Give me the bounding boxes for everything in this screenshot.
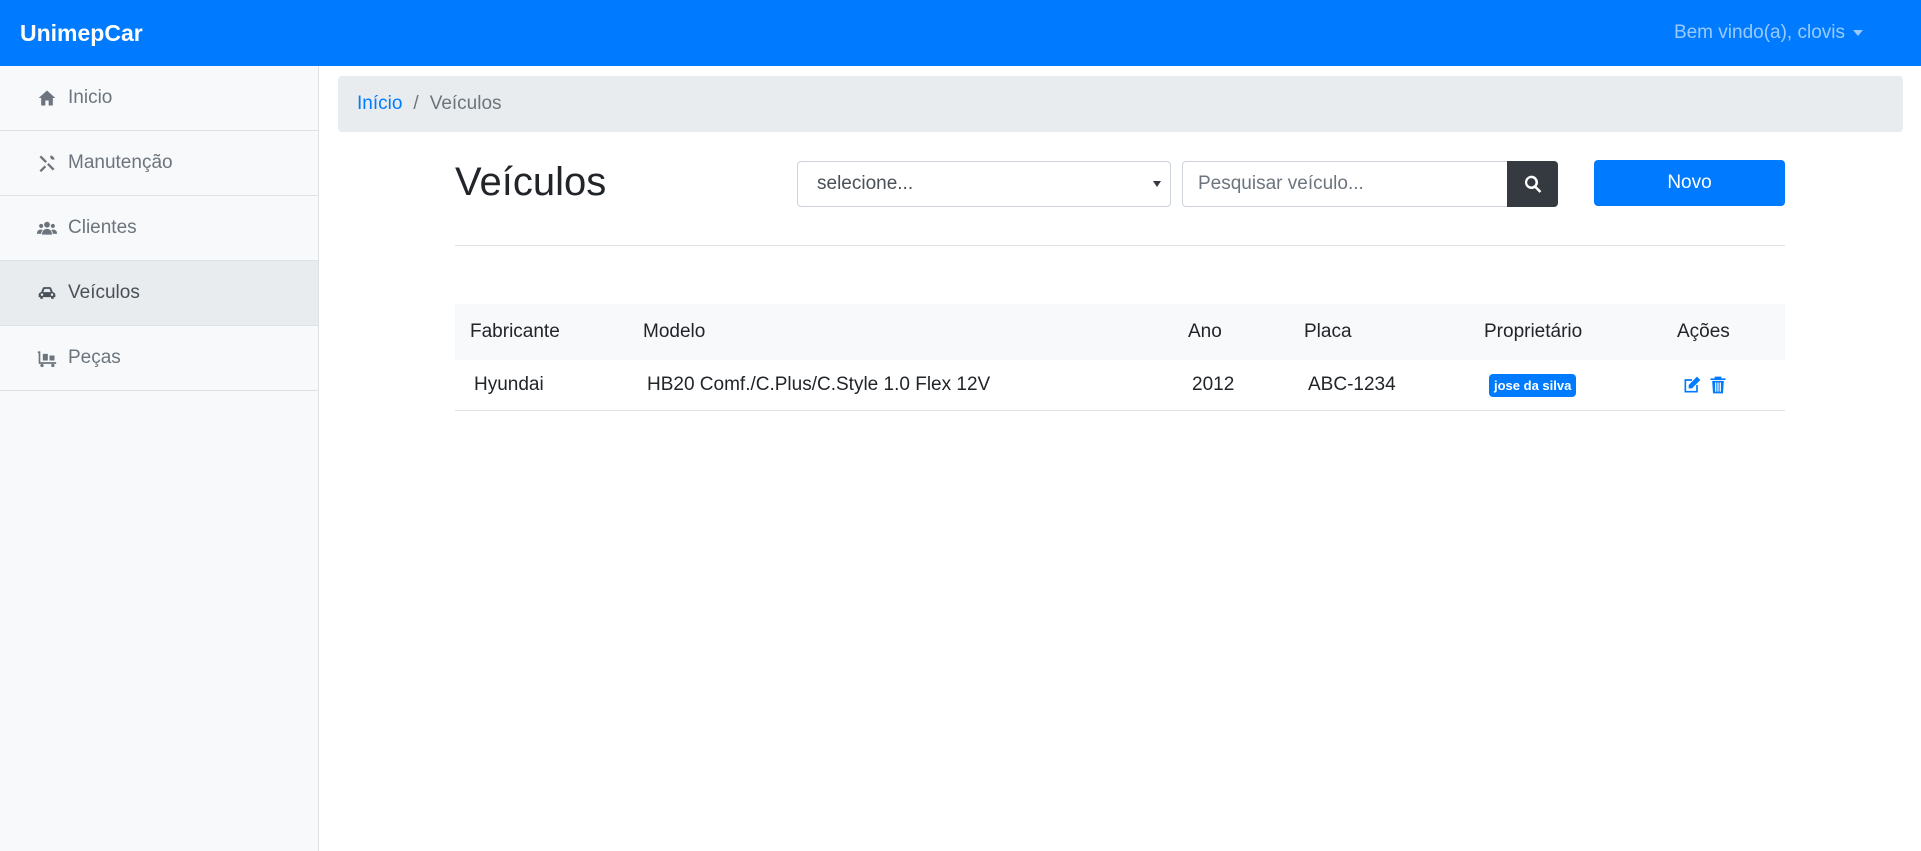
header-ano: Ano (1188, 321, 1222, 342)
search-button[interactable] (1507, 161, 1558, 207)
header-placa: Placa (1304, 321, 1352, 342)
cell-placa: ABC-1234 (1308, 374, 1396, 395)
sidebar-item-veiculos[interactable]: Veículos (0, 261, 318, 326)
cell-proprietario: jose da silva (1489, 360, 1577, 410)
sidebar-item-label: Manutenção (68, 152, 173, 173)
breadcrumb-current: Veículos (429, 93, 502, 114)
sidebar-item-label: Inicio (68, 87, 113, 108)
search-icon (1524, 175, 1541, 193)
search-placeholder: Pesquisar veículo... (1198, 173, 1364, 194)
trash-icon[interactable] (1707, 374, 1729, 396)
dolly-icon (36, 347, 58, 369)
edit-icon[interactable] (1681, 374, 1703, 396)
sidebar-item-inicio[interactable]: Inicio (0, 66, 318, 131)
select-arrow-icon (1153, 181, 1161, 187)
users-icon (36, 217, 58, 239)
header-proprietario: Proprietário (1484, 321, 1583, 342)
filter-select-value: selecione... (817, 173, 914, 194)
user-greeting: Bem vindo(a), clovis (1673, 22, 1845, 43)
sidebar-item-pecas[interactable]: Peças (0, 326, 318, 391)
header-fabricante: Fabricante (470, 321, 560, 342)
user-menu-dropdown[interactable]: Bem vindo(a), clovis (1674, 22, 1863, 44)
vehicles-table: Fabricante Modelo Ano Placa Proprietário… (455, 304, 1785, 411)
sidebar-item-clientes[interactable]: Clientes (0, 196, 318, 261)
breadcrumb-home-link[interactable]: Início (357, 93, 402, 115)
table-header: Fabricante Modelo Ano Placa Proprietário… (455, 304, 1785, 360)
cell-ano: 2012 (1192, 374, 1235, 395)
brand-logo[interactable]: UnimepCar (20, 20, 143, 47)
tools-icon (36, 152, 58, 174)
cell-modelo: HB20 Comf./C.Plus/C.Style 1.0 Flex 12V (647, 374, 991, 395)
breadcrumb-separator: / (413, 93, 419, 114)
owner-badge[interactable]: jose da silva (1489, 373, 1577, 397)
sidebar-item-label: Peças (68, 347, 121, 368)
sidebar-item-label: Clientes (68, 217, 137, 238)
sidebar-item-label: Veículos (68, 282, 140, 303)
top-navbar: UnimepCar Bem vindo(a), clovis (0, 0, 1921, 66)
divider (455, 245, 1785, 246)
header-acoes: Ações (1677, 321, 1730, 342)
header-modelo: Modelo (643, 321, 706, 342)
search-input[interactable]: Pesquisar veículo... (1182, 161, 1508, 207)
new-vehicle-button[interactable]: Novo (1594, 160, 1785, 206)
car-icon (36, 282, 58, 304)
home-icon (36, 87, 58, 109)
sidebar-item-manutencao[interactable]: Manutenção (0, 131, 318, 196)
page-title: Veículos (455, 160, 607, 204)
cell-fabricante: Hyundai (474, 374, 544, 395)
filter-select[interactable]: selecione... (797, 161, 1171, 207)
cell-acoes (1681, 360, 1729, 410)
table-row: Hyundai HB20 Comf./C.Plus/C.Style 1.0 Fl… (455, 360, 1785, 411)
breadcrumb: Início / Veículos (338, 76, 1903, 132)
caret-down-icon (1853, 30, 1863, 36)
sidebar: Inicio Manutenção Clientes Veículos Peça… (0, 66, 319, 851)
